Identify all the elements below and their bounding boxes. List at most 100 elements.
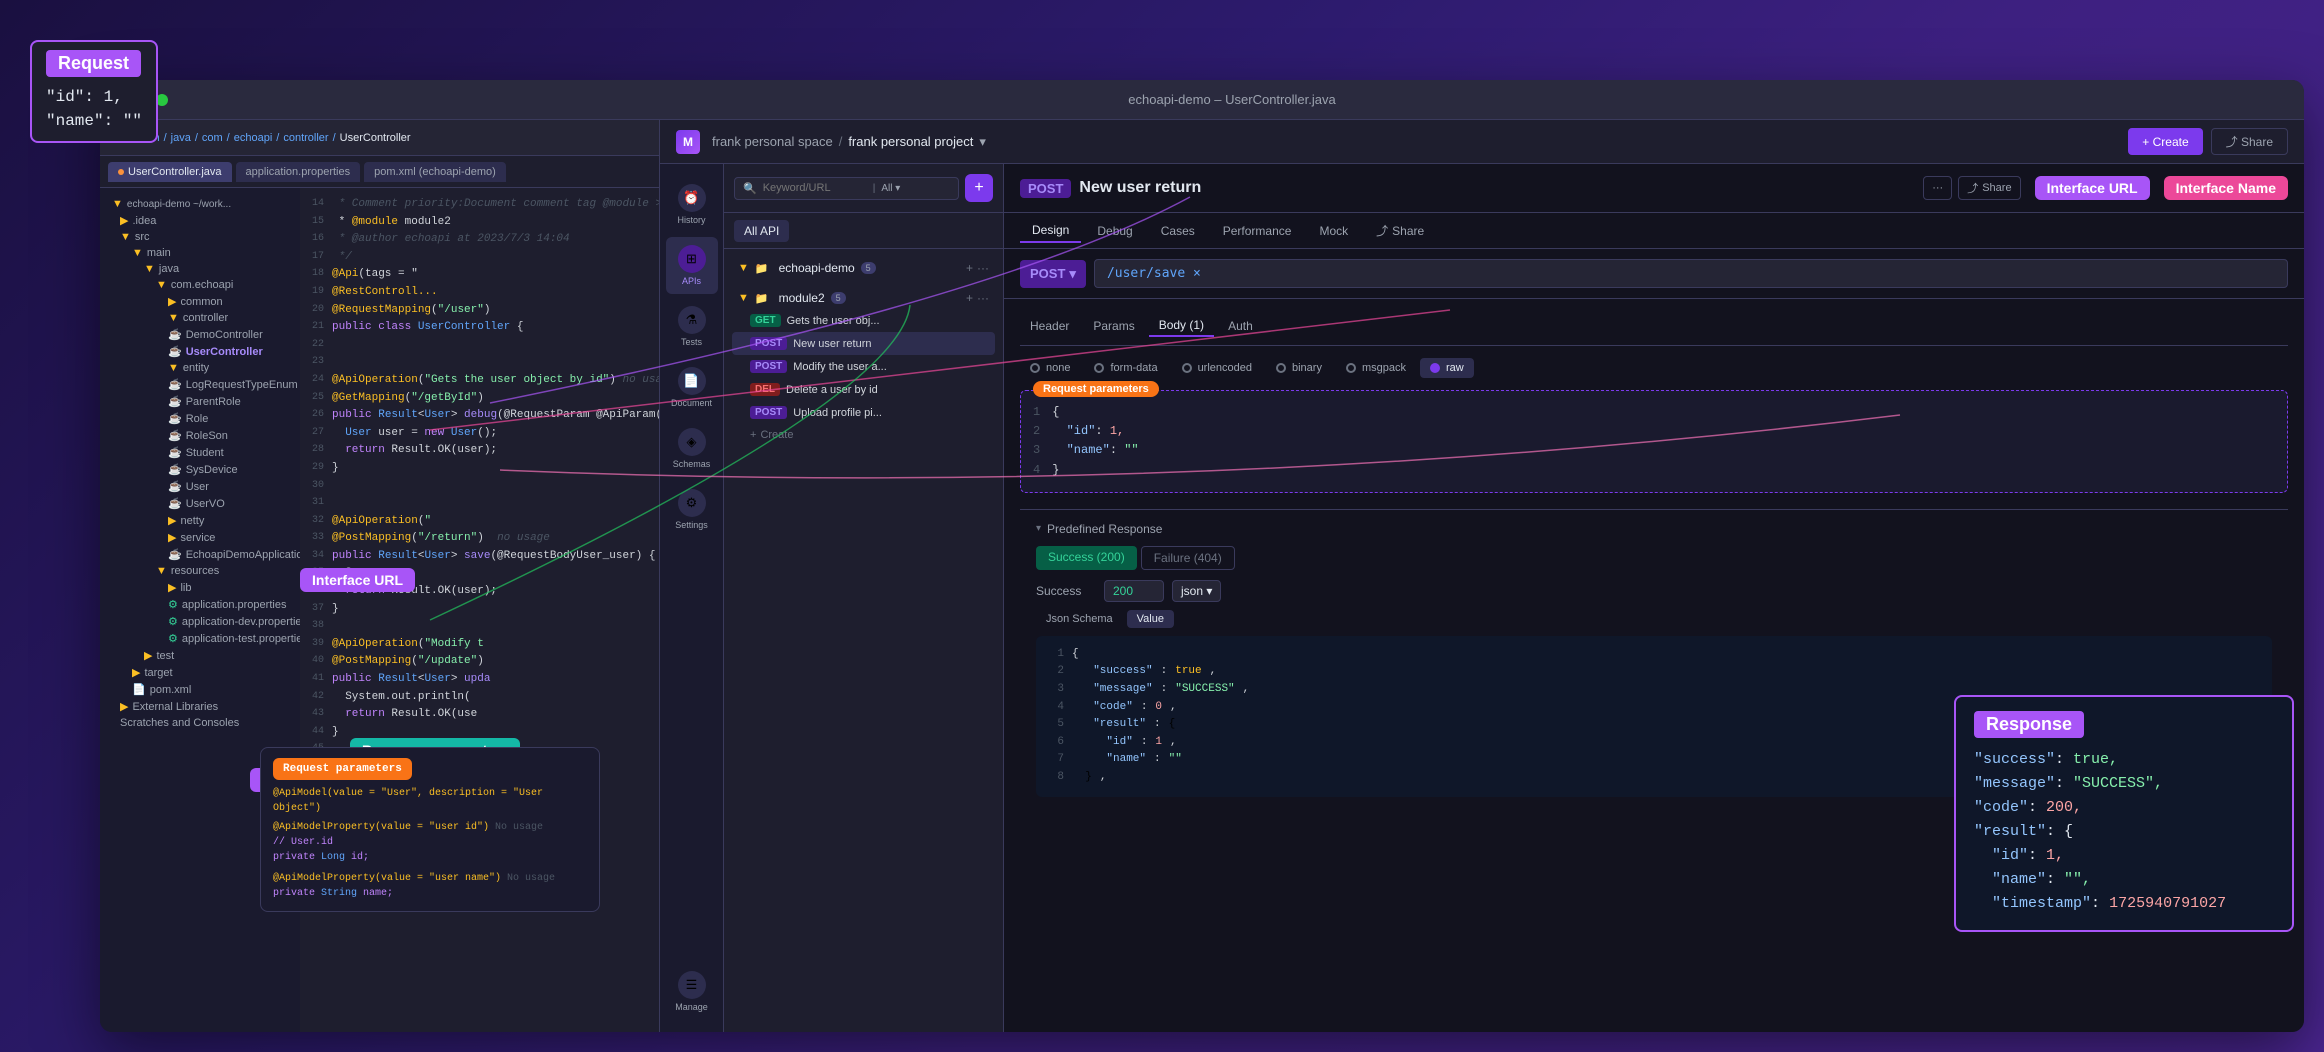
tab-params[interactable]: Params: [1083, 316, 1144, 336]
api-item-modifyuser[interactable]: POST Modify the user a...: [732, 355, 995, 378]
post-method-badge: POST: [1020, 179, 1071, 198]
api-item-uploadprofile[interactable]: POST Upload profile pi...: [732, 401, 995, 424]
tree-item-parentrole[interactable]: ☕ ParentRole: [108, 393, 292, 410]
add-api-button[interactable]: +: [965, 174, 993, 202]
url-input[interactable]: /user/save ×: [1094, 259, 2288, 288]
tree-item-sysdevice[interactable]: ☕ SysDevice: [108, 461, 292, 478]
tree-item-roleson[interactable]: ☕ RoleSon: [108, 427, 292, 444]
ide-tab-application[interactable]: application.properties: [236, 162, 361, 182]
radio-urlencoded[interactable]: urlencoded: [1172, 358, 1262, 378]
tab-share[interactable]: ⤴ Share: [1364, 218, 1436, 243]
api-group-echoapi: ▼ 📁 echoapi-demo 5 + ···: [732, 257, 995, 279]
api-search-bar: 🔍 | All ▾ +: [724, 164, 1003, 213]
tab-json-schema[interactable]: Json Schema: [1036, 610, 1123, 628]
tree-item-echoapi-app[interactable]: ☕ EchoapiDemoApplication: [108, 546, 292, 563]
predefined-header[interactable]: ▾ Predefined Response: [1036, 522, 2272, 536]
tree-item-scratches[interactable]: Scratches and Consoles: [108, 715, 292, 731]
tree-item-java[interactable]: ▼ java: [108, 261, 292, 277]
api-item-deleteuser[interactable]: DEL Delete a user by id: [732, 378, 995, 401]
more-options-button[interactable]: ···: [1923, 176, 1952, 200]
create-button[interactable]: + Create: [2128, 128, 2202, 155]
tree-item-main[interactable]: ▼ main: [108, 245, 292, 261]
api-list-tabs: All API: [724, 213, 1003, 249]
title-bar: echoapi-demo – UserController.java: [100, 80, 2304, 120]
tree-item-app-props[interactable]: ⚙ application.properties: [108, 596, 292, 613]
tree-item-uservo[interactable]: ☕ UserVO: [108, 495, 292, 512]
api-group-module2-header[interactable]: ▼ 📁 module2 5 + ···: [732, 287, 995, 309]
tab-mock[interactable]: Mock: [1307, 220, 1360, 242]
create-api-link[interactable]: + Create: [732, 424, 995, 446]
tree-item-role[interactable]: ☕ Role: [108, 410, 292, 427]
tree-item-lib[interactable]: ▶ lib: [108, 579, 292, 596]
tab-success-200[interactable]: Success (200): [1036, 546, 1137, 570]
radio-msgpack[interactable]: msgpack: [1336, 358, 1416, 378]
search-box[interactable]: 🔍 | All ▾: [734, 177, 959, 200]
tree-item-ext-libs[interactable]: ▶ External Libraries: [108, 698, 292, 715]
detail-api-name: New user return: [1079, 179, 1201, 197]
tab-performance[interactable]: Performance: [1211, 220, 1304, 242]
sidebar-item-history[interactable]: ⏰ History: [666, 176, 718, 233]
tab-value[interactable]: Value: [1127, 610, 1174, 628]
sidebar-item-settings[interactable]: ⚙ Settings: [666, 481, 718, 538]
tree-item-logrequest[interactable]: ☕ LogRequestTypeEnum: [108, 376, 292, 393]
sidebar-item-document[interactable]: 📄 Document: [666, 359, 718, 416]
tree-item-root[interactable]: ▼ echoapi-demo ~/work...: [108, 196, 292, 212]
detail-share-button[interactable]: ⤴ Share: [1958, 176, 2020, 200]
api-item-getuser[interactable]: GET Gets the user obj...: [732, 309, 995, 332]
ide-toolbar: src / main / java / com / echoapi / cont…: [100, 120, 659, 156]
request-params-box: Request parameters 1{ 2 "id": 1, 3 "name…: [1020, 390, 2288, 493]
radio-formdata[interactable]: form-data: [1084, 358, 1167, 378]
sidebar-item-manage[interactable]: ☰ Manage: [666, 963, 718, 1020]
ide-tab-usercontroller[interactable]: UserController.java: [108, 162, 232, 182]
tree-item-target[interactable]: ▶ target: [108, 664, 292, 681]
tree-item-usercontroller[interactable]: ☕ UserController: [108, 343, 292, 360]
tree-item-netty[interactable]: ▶ netty: [108, 512, 292, 529]
api-item-newuser[interactable]: POST New user return: [732, 332, 995, 355]
tab-cases[interactable]: Cases: [1149, 220, 1207, 242]
method-select[interactable]: POST ▾: [1020, 260, 1086, 288]
tab-design[interactable]: Design: [1020, 219, 1081, 243]
tab-body[interactable]: Body (1): [1149, 315, 1214, 337]
request-param-tabs: Header Params Body (1) Auth: [1020, 315, 2288, 346]
ide-panel: src / main / java / com / echoapi / cont…: [100, 120, 660, 1032]
tree-item-idea[interactable]: ▶ .idea: [108, 212, 292, 229]
radio-binary[interactable]: binary: [1266, 358, 1332, 378]
ide-tab-pom[interactable]: pom.xml (echoapi-demo): [364, 162, 506, 182]
sidebar-item-schemas[interactable]: ◈ Schemas: [666, 420, 718, 477]
tree-item-app-dev-props[interactable]: ⚙ application-dev.properties: [108, 613, 292, 630]
tree-item-common[interactable]: ▶ common: [108, 293, 292, 310]
tree-item-resources[interactable]: ▼ resources: [108, 563, 292, 579]
tree-item-pom[interactable]: 📄 pom.xml: [108, 681, 292, 698]
header-actions: + Create ⤴ Share: [2128, 128, 2288, 155]
tab-all-api[interactable]: All API: [734, 220, 789, 242]
tree-item-src[interactable]: ▼ src: [108, 229, 292, 245]
tree-item-student[interactable]: ☕ Student: [108, 444, 292, 461]
tree-item-app-test-props[interactable]: ⚙ application-test.properties: [108, 630, 292, 647]
url-bar: POST ▾ /user/save ×: [1004, 249, 2304, 299]
api-list-panel: 🔍 | All ▾ + All API: [724, 164, 1004, 1032]
tree-item-service[interactable]: ▶ service: [108, 529, 292, 546]
radio-raw[interactable]: raw: [1420, 358, 1474, 378]
schemas-icon: ◈: [678, 428, 706, 456]
tab-header[interactable]: Header: [1020, 316, 1079, 336]
api-header: M frank personal space / frank personal …: [660, 120, 2304, 164]
tree-item-entity[interactable]: ▼ entity: [108, 360, 292, 376]
share-button[interactable]: ⤴ Share: [2211, 128, 2288, 155]
tree-item-controller[interactable]: ▼ controller: [108, 310, 292, 326]
sidebar-item-tests[interactable]: ⚗ Tests: [666, 298, 718, 355]
api-group-module2: ▼ 📁 module2 5 + ··· GET: [732, 287, 995, 446]
tree-item-comechoapi[interactable]: ▼ com.echoapi: [108, 277, 292, 293]
tab-debug[interactable]: Debug: [1085, 220, 1144, 242]
body-format-tabs: none form-data urlencoded: [1020, 358, 2288, 378]
sidebar-item-apis[interactable]: ⊞ APIs: [666, 237, 718, 294]
tree-item-democontroller[interactable]: ☕ DemoController: [108, 326, 292, 343]
tree-item-user[interactable]: ☕ User: [108, 478, 292, 495]
tree-item-test[interactable]: ▶ test: [108, 647, 292, 664]
detail-header: POST New user return ··· ⤴ Share Inter: [1004, 164, 2304, 213]
radio-none[interactable]: none: [1020, 358, 1080, 378]
search-input[interactable]: [763, 182, 863, 194]
tab-auth[interactable]: Auth: [1218, 316, 1263, 336]
api-group-echoapi-header[interactable]: ▼ 📁 echoapi-demo 5 + ···: [732, 257, 995, 279]
workspace-info: frank personal space / frank personal pr…: [712, 134, 986, 150]
tab-failure-404[interactable]: Failure (404): [1141, 546, 1235, 570]
